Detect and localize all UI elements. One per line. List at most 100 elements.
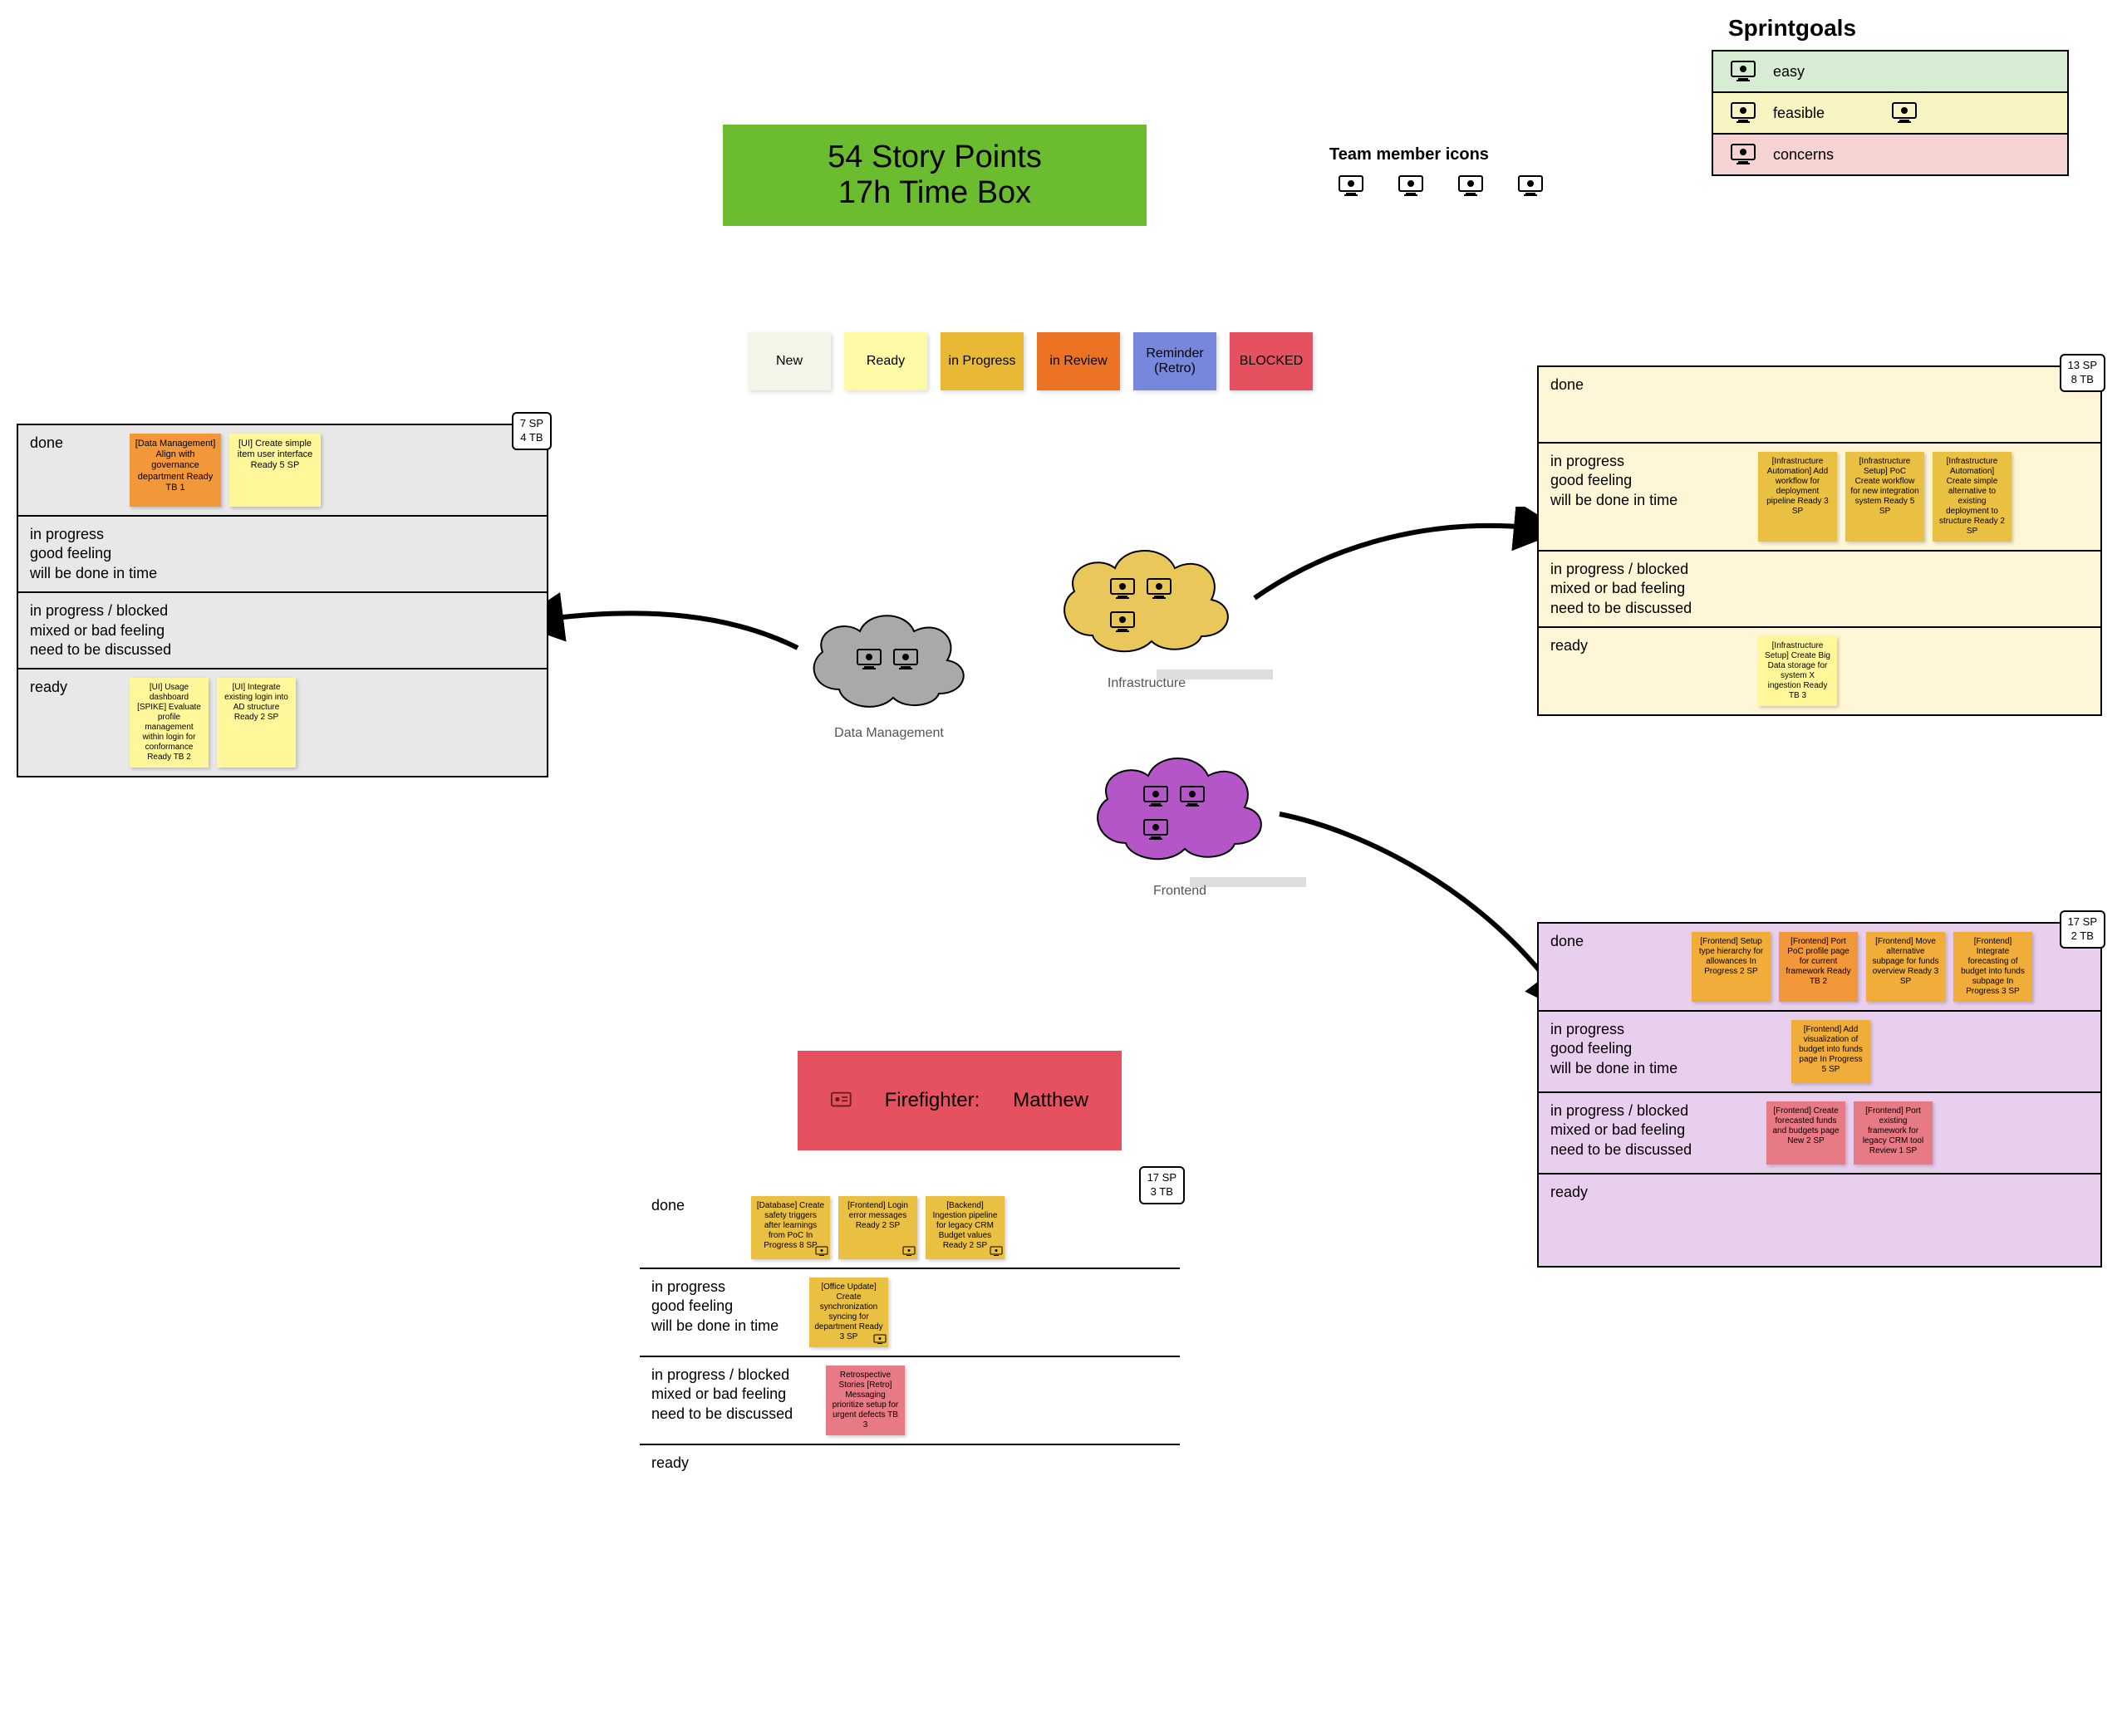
sticky-note[interactable]: [Office Update] Create synchronization s… <box>809 1277 888 1347</box>
cloud-progress-bar <box>1190 877 1306 887</box>
sprintgoal-row-concerns: concerns <box>1713 135 2067 174</box>
row-label: in progress good feeling will be done in… <box>651 1277 801 1336</box>
board-firefighter[interactable]: 17 SP 3 TB done [Database] Create safety… <box>640 1188 1180 1495</box>
row-label: in progress / blocked mixed or bad feeli… <box>1550 1101 1758 1160</box>
row-label: done <box>30 434 121 453</box>
monitor-icon <box>1338 174 1364 198</box>
row-notes: [Data Management] Align with governance … <box>130 434 321 507</box>
row-label: done <box>1550 932 1683 951</box>
monitor-icon <box>1142 785 1169 808</box>
sprintgoals-box: easy feasible concerns <box>1712 50 2069 176</box>
sticky-note[interactable]: [UI] Usage dashboard [SPIKE] Evaluate pr… <box>130 678 209 767</box>
row-label: in progress / blocked mixed or bad feeli… <box>30 601 196 660</box>
row-notes: [Frontend] Setup type hierarchy for allo… <box>1692 932 2032 1002</box>
cloud-frontend[interactable]: Frontend <box>1080 739 1280 880</box>
row-notes: [Frontend] Create forecasted funds and b… <box>1766 1101 1933 1165</box>
row-label: done <box>651 1196 743 1215</box>
board-frontend[interactable]: 17 SP 2 TB done [Frontend] Setup type hi… <box>1537 922 2102 1268</box>
row-notes: [Infrastructure Setup] Create Big Data s… <box>1758 636 1837 706</box>
monitor-icon <box>1457 174 1484 198</box>
monitor-icon <box>1517 174 1544 198</box>
monitor-icon <box>1891 101 1918 125</box>
board-row-blocked: in progress / blocked mixed or bad feeli… <box>640 1357 1180 1445</box>
sprintgoal-label: feasible <box>1773 105 1825 122</box>
row-label: in progress good feeling will be done in… <box>30 525 196 583</box>
arrow-frontend-to-purple <box>1263 797 1570 1013</box>
firefighter-box: Firefighter: Matthew <box>798 1051 1122 1150</box>
row-notes: Retrospective Stories [Retro] Messaging … <box>826 1366 905 1435</box>
sticky-note[interactable]: [Data Management] Align with governance … <box>130 434 221 507</box>
sticky-note[interactable]: [UI] Integrate existing login into AD st… <box>217 678 296 767</box>
sticky-note[interactable]: [Database] Create safety triggers after … <box>751 1196 830 1259</box>
row-notes: [Office Update] Create synchronization s… <box>809 1277 888 1347</box>
team-member-label: Team member icons <box>1329 145 1489 164</box>
sprintgoal-row-feasible: feasible <box>1713 93 2067 135</box>
sticky-note[interactable]: [Backend] Ingestion pipeline for legacy … <box>926 1196 1005 1259</box>
cloud-icons <box>856 648 931 671</box>
cloud-label: Data Management <box>834 726 944 741</box>
sticky-note[interactable]: [Frontend] Move alternative subpage for … <box>1866 932 1945 1002</box>
board-row-ready: ready <box>640 1445 1180 1495</box>
monitor-icon <box>1109 611 1136 634</box>
sticky-note[interactable]: [Frontend] Setup type hierarchy for allo… <box>1692 932 1771 1002</box>
board-row-inprogress: in progress good feeling will be done in… <box>1539 444 2100 552</box>
row-label: in progress / blocked mixed or bad feeli… <box>651 1366 818 1424</box>
monitor-icon <box>902 1246 916 1258</box>
board-infrastructure[interactable]: 13 SP 8 TB done in progress good feeling… <box>1537 365 2102 716</box>
sticky-note[interactable]: [Infrastructure Setup] Create Big Data s… <box>1758 636 1837 706</box>
monitor-icon <box>1109 577 1136 601</box>
board-row-inprogress: in progress good feeling will be done in… <box>1539 1012 2100 1093</box>
board-row-ready: ready <box>1539 1174 2100 1266</box>
sticky-note[interactable]: [Frontend] Login error messages Ready 2 … <box>838 1196 917 1259</box>
board-row-done: done <box>1539 367 2100 444</box>
cloud-icons <box>1109 577 1192 634</box>
board-row-ready: ready [UI] Usage dashboard [SPIKE] Evalu… <box>18 669 547 776</box>
sprintgoals-title: Sprintgoals <box>1728 15 1856 42</box>
cloud-data-management[interactable]: Data Management <box>798 598 980 723</box>
sticky-note[interactable]: [Frontend] Port PoC profile page for cur… <box>1779 932 1858 1002</box>
sprintgoal-label: concerns <box>1773 146 1834 164</box>
row-notes: [UI] Usage dashboard [SPIKE] Evaluate pr… <box>130 678 296 767</box>
sticky-note[interactable]: [Frontend] Port existing framework for l… <box>1854 1101 1933 1165</box>
monitor-icon <box>892 648 919 671</box>
row-label: in progress / blocked mixed or bad feeli… <box>1550 560 1717 618</box>
row-label: ready <box>651 1454 743 1473</box>
cloud-infrastructure[interactable]: Infrastructure <box>1047 532 1246 673</box>
team-icons-row <box>1338 174 1544 198</box>
firefighter-name: Matthew <box>1013 1089 1088 1112</box>
story-points-banner: 54 Story Points 17h Time Box <box>723 125 1147 226</box>
sticky-note[interactable]: [Frontend] Add visualization of budget i… <box>1791 1020 1870 1083</box>
legend-blocked: BLOCKED <box>1230 332 1313 390</box>
monitor-icon <box>1730 60 1756 83</box>
monitor-icon <box>856 648 882 671</box>
sticky-note[interactable]: [Frontend] Integrate forecasting of budg… <box>1953 932 2032 1002</box>
board-row-ready: ready [Infrastructure Setup] Create Big … <box>1539 628 2100 714</box>
cloud-icons <box>1142 785 1226 841</box>
sticky-note[interactable]: [Frontend] Create forecasted funds and b… <box>1766 1101 1845 1165</box>
legend-reminder: Reminder (Retro) <box>1133 332 1216 390</box>
cloud-label: Infrastructure <box>1108 676 1186 691</box>
arrow-infra-to-yellow <box>1238 507 1545 623</box>
row-label: ready <box>1550 1183 1642 1202</box>
board-data-management[interactable]: 7 SP 4 TB done [Data Management] Align w… <box>17 424 548 777</box>
row-label: in progress good feeling will be done in… <box>1550 452 1750 510</box>
legend-new: New <box>748 332 831 390</box>
row-notes: [Database] Create safety triggers after … <box>751 1196 1005 1259</box>
monitor-icon <box>990 1246 1003 1258</box>
sticky-note[interactable]: Retrospective Stories [Retro] Messaging … <box>826 1366 905 1435</box>
sticky-note[interactable]: [UI] Create simple item user interface R… <box>229 434 321 507</box>
board-row-blocked: in progress / blocked mixed or bad feeli… <box>1539 1093 2100 1174</box>
sticky-note[interactable]: [Infrastructure Automation] Add workflow… <box>1758 452 1837 542</box>
legend-inprogress: in Progress <box>941 332 1024 390</box>
row-notes: [Frontend] Add visualization of budget i… <box>1791 1020 1870 1083</box>
id-card-icon <box>831 1091 852 1111</box>
sticky-note[interactable]: [Infrastructure Automation] Create simpl… <box>1933 452 2012 542</box>
sticky-note[interactable]: [Infrastructure Setup] PoC Create workfl… <box>1845 452 1924 542</box>
sprintgoal-label: easy <box>1773 63 1805 81</box>
legend-row: New Ready in Progress in Review Reminder… <box>748 332 1313 390</box>
row-label: ready <box>30 678 121 697</box>
board-row-done: done [Frontend] Setup type hierarchy for… <box>1539 924 2100 1012</box>
legend-ready: Ready <box>844 332 927 390</box>
monitor-icon <box>1730 101 1756 125</box>
row-label: ready <box>1550 636 1750 655</box>
